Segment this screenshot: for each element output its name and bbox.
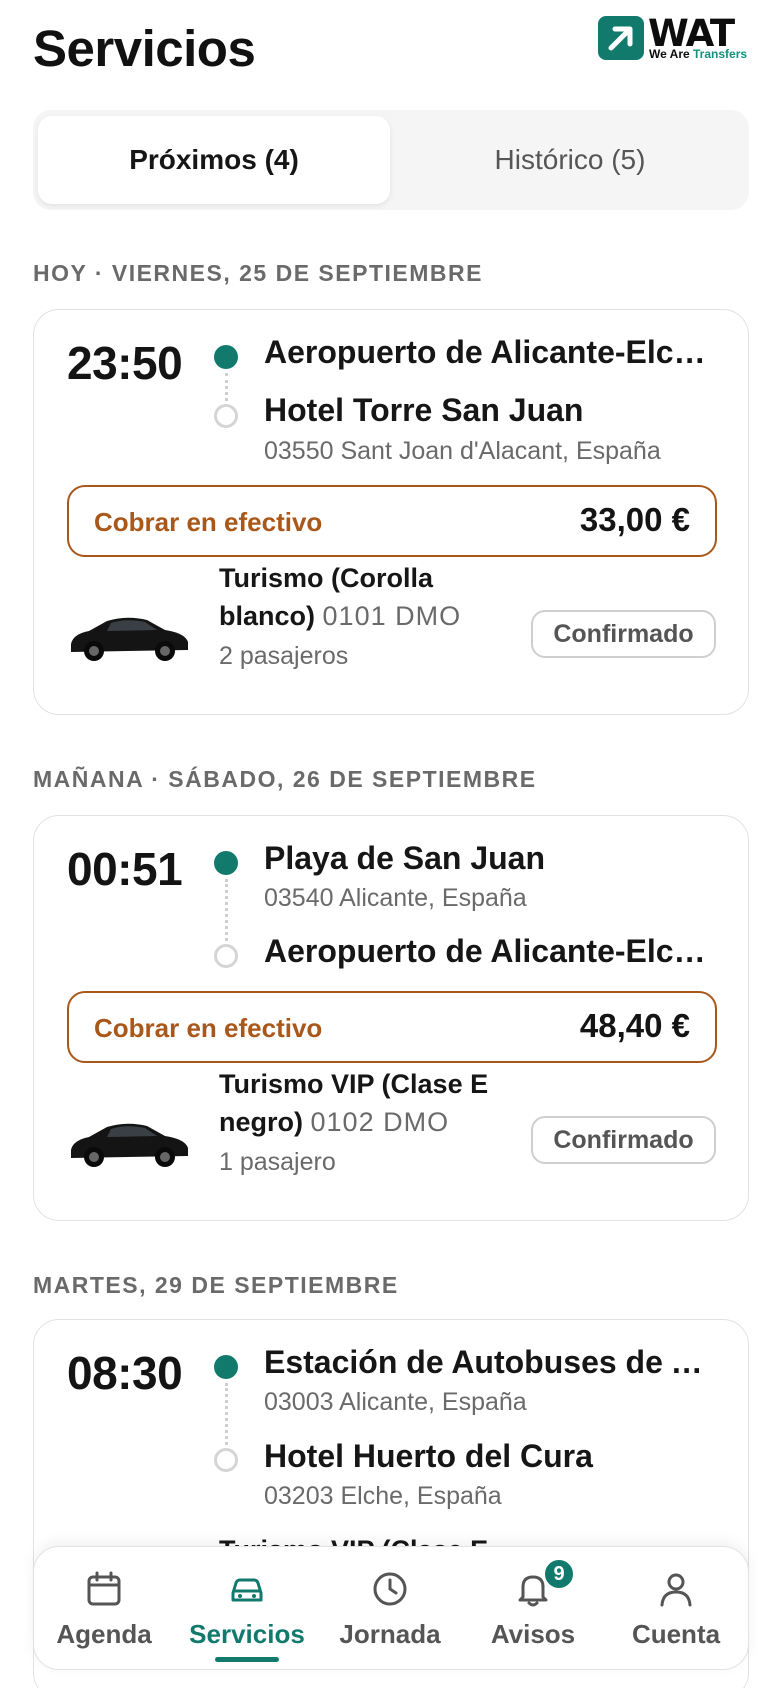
nav-servicios[interactable]: Servicios — [177, 1569, 317, 1662]
passenger-count: 2 pasajeros — [219, 642, 349, 670]
destination-name: Aeropuerto de Alicante-Elche Miguel Hern… — [264, 933, 719, 969]
car-icon — [231, 1578, 263, 1602]
origin-dot-icon — [214, 851, 238, 875]
clock-icon — [373, 1572, 407, 1606]
nav-agenda[interactable]: Agenda — [34, 1569, 174, 1659]
calendar-icon — [87, 1571, 121, 1606]
nav-cuenta[interactable]: Cuenta — [606, 1569, 746, 1659]
active-indicator — [215, 1657, 279, 1662]
origin-address: 03003 Alicante, España — [264, 1388, 527, 1416]
payment-amount: 33,00 € — [579, 501, 690, 538]
origin-dot-icon — [214, 345, 238, 369]
destination-dot-icon — [214, 404, 238, 428]
arrow-up-right-icon — [598, 16, 644, 60]
route-line — [225, 879, 228, 941]
service-time: 08:30 — [67, 1347, 183, 1399]
nav-servicios-label: Servicios — [189, 1619, 305, 1649]
destination-dot-icon — [214, 1448, 238, 1472]
origin-address: 03540 Alicante, España — [264, 884, 527, 912]
passenger-count: 1 pasajero — [219, 1148, 336, 1176]
destination-address: 03203 Elche, España — [264, 1482, 502, 1510]
payment-label: Cobrar en efectivo — [94, 1013, 323, 1043]
destination-name: Hotel Huerto del Cura — [264, 1438, 593, 1474]
destination-dot-icon — [214, 944, 238, 968]
service-time: 00:51 — [67, 843, 183, 895]
service-time: 23:50 — [67, 337, 183, 389]
service-card[interactable]: 23:50 Aeropuerto de Alicante-Elche Migue… — [33, 309, 749, 715]
nav-avisos[interactable]: 9 Avisos — [463, 1557, 603, 1659]
nav-jornada-label: Jornada — [339, 1619, 441, 1649]
user-icon — [660, 1573, 692, 1607]
destination-name: Hotel Torre San Juan — [264, 392, 584, 428]
tab-historico[interactable]: Histórico (5) — [394, 116, 746, 204]
vehicle-model-line2: negro) 0102 DMO — [219, 1107, 450, 1137]
logo-tagline: We Are Transfers — [649, 47, 748, 61]
origin-dot-icon — [214, 1355, 238, 1379]
payment-label: Cobrar en efectivo — [94, 507, 323, 537]
nav-jornada[interactable]: Jornada — [320, 1569, 460, 1659]
car-image — [71, 1123, 188, 1167]
vehicle-plate: 0101 DMO — [322, 601, 462, 631]
wat-logo: WAT We Are Transfers — [598, 12, 748, 66]
origin-name: Playa de San Juan — [264, 840, 546, 876]
section-date-label: HOY · VIERNES, 25 DE SEPTIEMBRE — [33, 260, 483, 286]
bottom-nav: Agenda Servicios Jornada 9 Avisos Cuenta — [33, 1546, 749, 1670]
nav-cuenta-label: Cuenta — [631, 1619, 721, 1649]
origin-name: Aeropuerto de Alicante-Elche Miguel Hern… — [264, 334, 719, 370]
app-header: Servicios WAT We Are Transfers — [33, 12, 748, 84]
vehicle-model-line2: blanco) 0101 DMO — [219, 601, 462, 631]
service-card[interactable]: 00:51 Playa de San Juan 03540 Alicante, … — [33, 815, 749, 1221]
payment-box: Cobrar en efectivo 33,00 € — [67, 485, 717, 557]
service-tabs: Próximos (4) Histórico (5) — [33, 110, 749, 210]
vehicle-model: Turismo VIP (Clase E — [219, 1069, 489, 1099]
section-date-label: MAÑANA · SÁBADO, 26 DE SEPTIEMBRE — [33, 766, 537, 792]
route-line — [225, 373, 228, 401]
vehicle-model: Turismo (Corolla — [219, 563, 434, 593]
nav-agenda-label: Agenda — [56, 1619, 152, 1649]
vehicle-plate: 0102 DMO — [310, 1107, 450, 1137]
origin-name: Estación de Autobuses de Alicante — [264, 1344, 719, 1380]
section-date-label: MARTES, 29 DE SEPTIEMBRE — [33, 1272, 399, 1298]
tab-proximos[interactable]: Próximos (4) — [38, 116, 390, 204]
status-badge: Confirmado — [531, 610, 716, 658]
status-badge: Confirmado — [531, 1116, 716, 1164]
notification-badge: 9 — [542, 1557, 576, 1591]
nav-avisos-label: Avisos — [490, 1619, 576, 1649]
car-image — [71, 617, 188, 661]
payment-box: Cobrar en efectivo 48,40 € — [67, 991, 717, 1063]
payment-amount: 48,40 € — [579, 1007, 690, 1044]
destination-address: 03550 Sant Joan d'Alacant, España — [264, 437, 661, 465]
route-line — [225, 1383, 228, 1445]
